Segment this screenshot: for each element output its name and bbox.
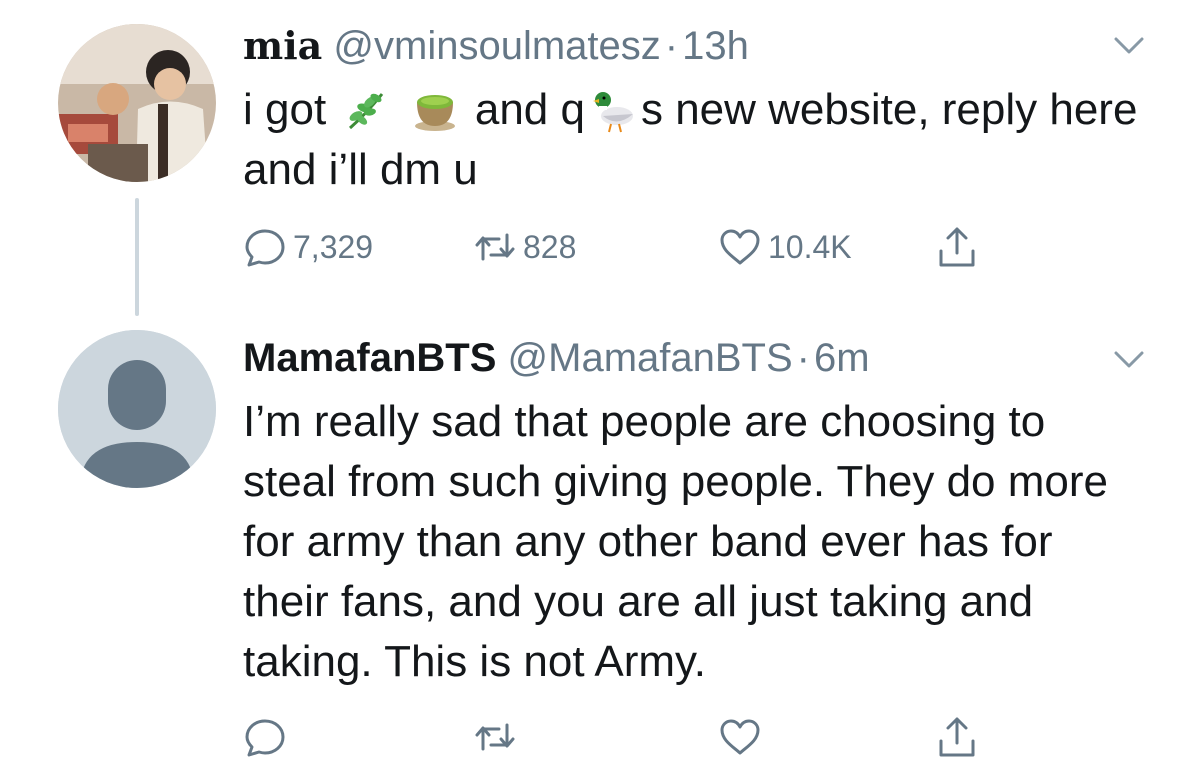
handle[interactable]: @vminsoulmatesz <box>333 24 660 68</box>
separator: · <box>796 336 810 380</box>
share-button[interactable] <box>935 712 979 762</box>
reply-icon <box>245 229 285 267</box>
tweet-text: i got and q s new website, reply here an… <box>243 85 1138 194</box>
separator: · <box>664 24 679 68</box>
timestamp[interactable]: 6m <box>814 336 870 380</box>
like-count: 10.4K <box>768 228 852 265</box>
tweet-header: MamafanBTS @MamafanBTS · 6m <box>243 334 870 382</box>
tweet[interactable]: mia @vminsoulmatesz · 13h i got and q s … <box>0 0 1200 316</box>
herb-emoji <box>349 93 384 130</box>
retweet-icon <box>475 233 515 261</box>
like-icon <box>720 719 760 755</box>
display-name[interactable]: mia <box>243 23 322 68</box>
retweet-button[interactable]: 828 <box>473 222 576 272</box>
like-button[interactable] <box>718 712 762 762</box>
retweet-icon <box>475 723 515 751</box>
tweet[interactable]: MamafanBTS @MamafanBTS · 6m I’m really sad… <box>0 320 1200 783</box>
reply-icon <box>245 719 285 757</box>
tweet-text: I’m really sad that people are choosing … <box>243 397 1108 686</box>
reply-count: 7,329 <box>293 228 374 265</box>
default-profile-icon <box>58 330 216 488</box>
teacup-emoji <box>414 95 455 131</box>
tweet-actions <box>243 712 1143 762</box>
tweet-actions: 7,329 828 10.4K <box>243 222 1143 272</box>
default-avatar[interactable] <box>58 330 216 488</box>
thread-line <box>135 198 139 316</box>
reply-button[interactable] <box>243 712 287 762</box>
handle[interactable]: @MamafanBTS <box>508 336 793 380</box>
avatar[interactable] <box>58 24 216 182</box>
reply-button[interactable]: 7,329 <box>243 222 373 272</box>
retweet-count: 828 <box>523 228 577 265</box>
display-name[interactable]: MamafanBTS <box>243 336 496 380</box>
retweet-button[interactable] <box>473 712 517 762</box>
chevron-down-icon[interactable] <box>1110 26 1148 64</box>
like-icon <box>720 229 760 265</box>
share-button[interactable] <box>935 222 979 272</box>
like-button[interactable]: 10.4K <box>718 222 852 272</box>
share-icon <box>939 227 975 267</box>
duck-emoji <box>592 92 633 133</box>
share-icon <box>939 717 975 757</box>
tweet-header: mia @vminsoulmatesz · 13h <box>243 22 749 70</box>
timestamp[interactable]: 13h <box>682 24 749 68</box>
chevron-down-icon[interactable] <box>1110 340 1148 378</box>
